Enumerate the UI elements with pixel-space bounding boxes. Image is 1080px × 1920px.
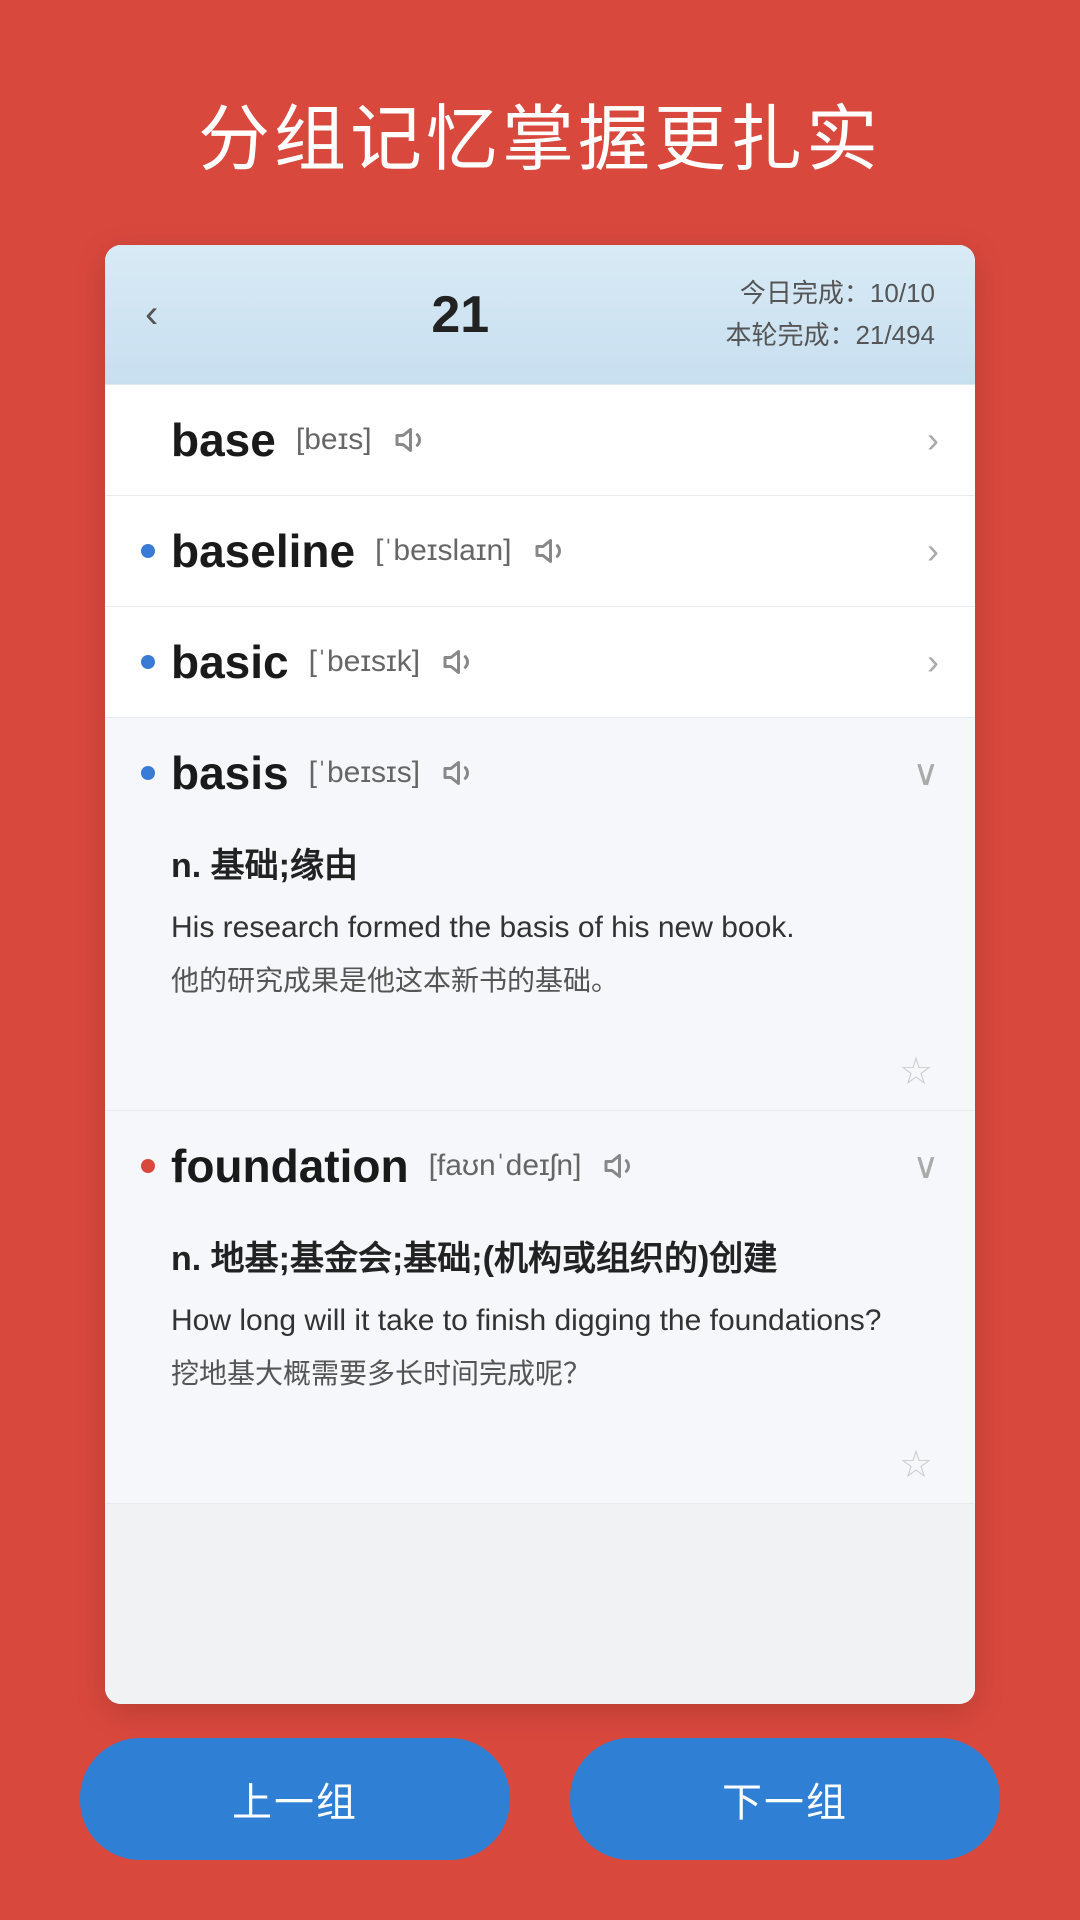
word-phonetic-baseline: [ˈbeɪslaɪn]: [375, 534, 511, 568]
dot-baseline: [141, 544, 155, 558]
word-row-foundation[interactable]: foundation [faʊnˈdeɪʃn] ∨: [105, 1111, 975, 1221]
word-phonetic-basic: [ˈbeɪsɪk]: [309, 645, 420, 679]
word-item-basis: basis [ˈbeɪsɪs] ∨ n. 基础;缘由 His research …: [105, 718, 975, 1111]
empty-space: [105, 1504, 975, 1704]
foundation-star-row: ☆: [105, 1425, 975, 1503]
word-item-basic: basic [ˈbeɪsɪk] ›: [105, 607, 975, 718]
word-card: ‹ 21 今日完成：10/10 本轮完成：21/494 base [beɪs]: [105, 245, 975, 1704]
word-phonetic-foundation: [faʊnˈdeɪʃn]: [429, 1149, 582, 1183]
foundation-example-zh: 挖地基大概需要多长时间完成呢？: [171, 1353, 939, 1395]
word-list: base [beɪs] › baseline [ˈbeɪslaɪn]: [105, 385, 975, 1704]
progress-info: 今日完成：10/10 本轮完成：21/494: [725, 273, 935, 356]
card-number: 21: [431, 285, 489, 345]
chevron-right-basic: ›: [927, 641, 939, 683]
bottom-buttons: 上一组 下一组: [0, 1738, 1080, 1860]
star-icon-foundation[interactable]: ☆: [893, 1441, 939, 1487]
word-row-baseline[interactable]: baseline [ˈbeɪslaɪn] ›: [105, 496, 975, 606]
word-text-basis: basis: [171, 746, 289, 800]
card-header: ‹ 21 今日完成：10/10 本轮完成：21/494: [105, 245, 975, 385]
word-text-baseline: baseline: [171, 524, 355, 578]
foundation-example-en: How long will it take to finish digging …: [171, 1298, 939, 1343]
word-phonetic-base: [beɪs]: [296, 423, 372, 457]
word-row-basis[interactable]: basis [ˈbeɪsɪs] ∨: [105, 718, 975, 828]
chevron-right-baseline: ›: [927, 530, 939, 572]
word-text-foundation: foundation: [171, 1139, 409, 1193]
dot-basic: [141, 655, 155, 669]
dot-basis: [141, 766, 155, 780]
sound-icon-baseline[interactable]: [530, 529, 574, 573]
sound-icon-basic[interactable]: [438, 640, 482, 684]
chevron-down-basis: ∨: [913, 752, 939, 794]
word-item-foundation: foundation [faʊnˈdeɪʃn] ∨ n. 地基;基金会;基础;(…: [105, 1111, 975, 1504]
next-group-button[interactable]: 下一组: [570, 1738, 1000, 1860]
dot-foundation: [141, 1159, 155, 1173]
word-phonetic-basis: [ˈbeɪsɪs]: [309, 756, 420, 790]
prev-group-button[interactable]: 上一组: [80, 1738, 510, 1860]
page-title: 分组记忆掌握更扎实: [198, 80, 882, 185]
word-row-base[interactable]: base [beɪs] ›: [105, 385, 975, 495]
chevron-right-base: ›: [927, 419, 939, 461]
today-progress: 今日完成：10/10: [725, 273, 935, 315]
star-icon-basis[interactable]: ☆: [893, 1048, 939, 1094]
word-detail-basis: n. 基础;缘由 His research formed the basis o…: [105, 828, 975, 1032]
basis-definition: n. 基础;缘由: [171, 838, 939, 887]
chevron-down-foundation: ∨: [913, 1145, 939, 1187]
word-text-basic: basic: [171, 635, 289, 689]
basis-star-row: ☆: [105, 1032, 975, 1110]
back-button[interactable]: ‹: [145, 292, 195, 337]
basis-example-zh: 他的研究成果是他这本新书的基础。: [171, 960, 939, 1002]
word-text-base: base: [171, 413, 276, 467]
word-item-base: base [beɪs] ›: [105, 385, 975, 496]
word-item-baseline: baseline [ˈbeɪslaɪn] ›: [105, 496, 975, 607]
sound-icon-base[interactable]: [390, 418, 434, 462]
sound-icon-foundation[interactable]: [599, 1144, 643, 1188]
foundation-definition: n. 地基;基金会;基础;(机构或组织的)创建: [171, 1231, 939, 1280]
sound-icon-basis[interactable]: [438, 751, 482, 795]
word-row-basic[interactable]: basic [ˈbeɪsɪk] ›: [105, 607, 975, 717]
round-progress: 本轮完成：21/494: [725, 315, 935, 357]
word-detail-foundation: n. 地基;基金会;基础;(机构或组织的)创建 How long will it…: [105, 1221, 975, 1425]
basis-example-en: His research formed the basis of his new…: [171, 905, 939, 950]
